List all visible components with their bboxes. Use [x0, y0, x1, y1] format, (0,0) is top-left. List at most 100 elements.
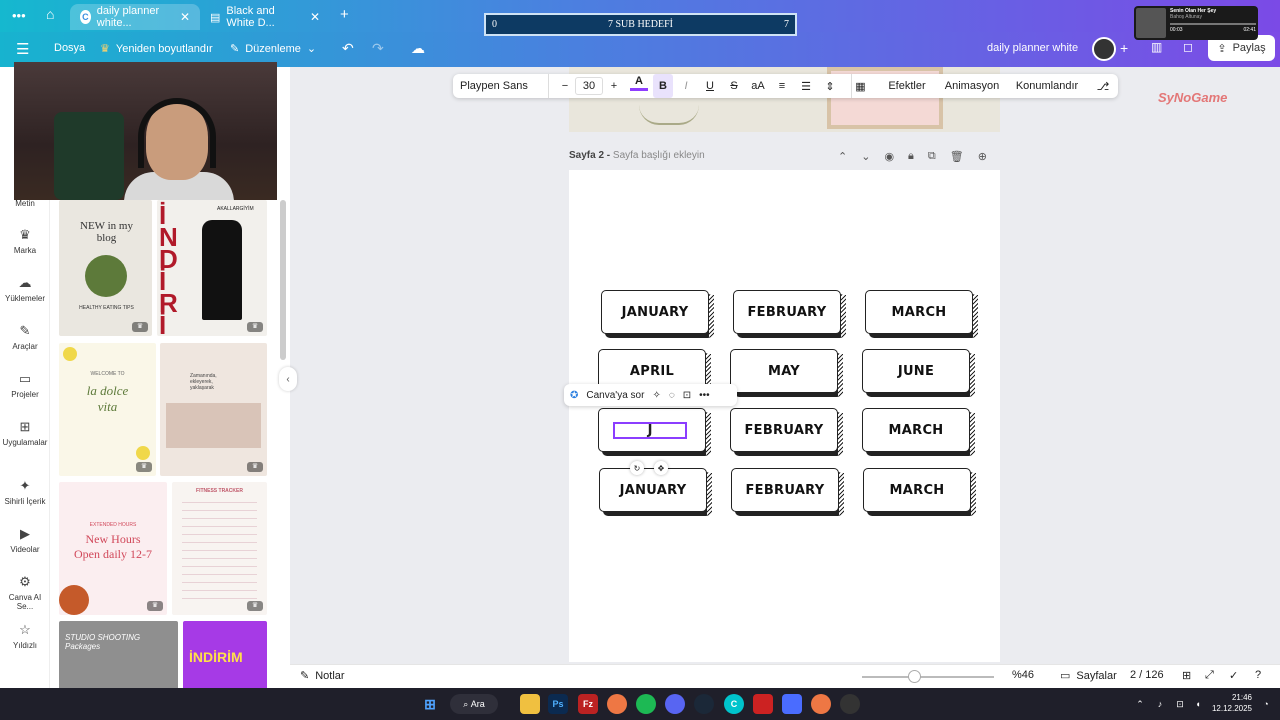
collapse-panel-button[interactable]: ‹ [279, 367, 297, 391]
rail-item-projects[interactable]: ▭ Projeler [0, 371, 50, 399]
strikethrough-icon[interactable]: S [725, 74, 743, 98]
duplicate-icon[interactable]: ⧉ [928, 150, 936, 163]
zoom-slider[interactable] [862, 676, 994, 678]
list-icon[interactable]: ☰ [797, 74, 815, 98]
scrollbar-thumb[interactable] [280, 200, 286, 360]
fullscreen-icon[interactable]: ⤢ [1205, 669, 1214, 682]
underline-icon[interactable]: U [701, 74, 719, 98]
delete-icon[interactable]: 🗑︎ [950, 150, 964, 163]
align-icon[interactable]: ≡ [773, 74, 791, 98]
magic-wand-icon[interactable]: ✧ [652, 390, 660, 401]
template-thumbnail[interactable]: NEW in my blog HEALTHY EATING TIPS ♛ [59, 200, 152, 336]
cloud-sync-icon[interactable]: ☁ [411, 40, 425, 57]
editing-text[interactable]: J [648, 423, 653, 438]
analytics-icon[interactable]: ▥ [1151, 40, 1162, 54]
add-collaborator-icon[interactable]: + [1120, 40, 1128, 56]
page-title-input[interactable]: Sayfa başlığı ekleyin [613, 150, 705, 161]
month-box[interactable]: MARCH [865, 290, 978, 337]
user-avatar[interactable] [1092, 37, 1116, 61]
volume-icon[interactable]: ◖ [1188, 694, 1208, 714]
rail-item-brand[interactable]: ♛ Marka [0, 227, 50, 255]
obs-icon[interactable] [840, 694, 860, 714]
template-thumbnail[interactable]: FITNESS TRACKER ♛ [172, 482, 267, 615]
month-box[interactable]: JANUARY [601, 290, 714, 337]
spotify-icon[interactable] [636, 694, 656, 714]
file-menu[interactable]: Dosya [54, 42, 85, 54]
file-explorer-icon[interactable] [520, 694, 540, 714]
add-comment-icon[interactable]: ◌ [669, 390, 675, 401]
rail-item-magic[interactable]: ✦ Sihirli İçerik [0, 478, 50, 506]
rail-item-apps[interactable]: ⊞ Uygulamalar [0, 419, 50, 447]
tab-daily-planner[interactable]: C daily planner white... ✕ [70, 4, 200, 30]
effects-button[interactable]: Efektler [881, 74, 933, 98]
new-tab-icon[interactable]: + [340, 6, 349, 23]
more-icon[interactable]: ••• [12, 8, 26, 23]
italic-icon[interactable]: I [677, 74, 695, 98]
font-family-select[interactable]: Playpen Sans [453, 74, 549, 98]
ask-canva-button[interactable]: Canva'ya sor [586, 390, 644, 401]
close-icon[interactable]: ✕ [310, 10, 320, 24]
pages-button[interactable]: ▭ Sayfalar [1060, 669, 1117, 683]
hamburger-icon[interactable]: ☰ [16, 40, 29, 58]
tab-black-white[interactable]: ▤ Black and White D... ✕ [200, 4, 330, 30]
windows-start-icon[interactable]: ⊞ [420, 694, 440, 714]
case-icon[interactable]: aA [748, 74, 768, 98]
move-icon[interactable]: ✥ [654, 461, 668, 475]
resize-button[interactable]: ♛ Yeniden boyutlandır [100, 42, 213, 56]
rail-item-tools[interactable]: ✎ Araçlar [0, 323, 50, 351]
template-thumbnail[interactable]: İNDİRİM AKALLARGİYİM ♛ [157, 200, 267, 336]
help-icon[interactable]: ? [1255, 669, 1261, 681]
template-thumbnail[interactable]: EXTENDED HOURS New Hours Open daily 12-7… [59, 482, 167, 615]
more-options-icon[interactable]: ••• [699, 390, 710, 401]
template-thumbnail[interactable]: STUDIO SHOOTING Packages [59, 621, 178, 688]
close-icon[interactable]: ✕ [180, 10, 190, 24]
steam-icon[interactable] [694, 694, 714, 714]
zoom-value[interactable]: %46 [1012, 669, 1034, 681]
grid-view-icon[interactable]: ⊞ [1182, 669, 1191, 682]
text-color-icon[interactable]: A [630, 74, 648, 91]
app-icon[interactable] [753, 694, 773, 714]
editing-mode-button[interactable]: ✎ Düzenleme ⌄ [230, 42, 316, 56]
rail-item-videos[interactable]: ▶ Videolar [0, 526, 50, 554]
month-box[interactable]: MAY [730, 349, 843, 396]
rail-item-uploads[interactable]: ☁ Yüklemeler [0, 275, 50, 303]
template-thumbnail[interactable]: Zamanında, ekleyerek, yaklaşarak ♛ [160, 343, 267, 476]
month-box[interactable]: JUNE [862, 349, 975, 396]
spacing-icon[interactable]: ⇕ [821, 74, 839, 98]
zoom-slider-handle[interactable] [908, 670, 921, 683]
chrome-icon[interactable] [811, 694, 831, 714]
rail-item-canva-ai[interactable]: ⚙ Canva AI Se... [0, 574, 50, 611]
rail-item-starred[interactable]: ☆ Yıldızlı [0, 622, 50, 650]
home-icon[interactable]: ⌂ [46, 6, 54, 22]
bold-icon[interactable]: B [653, 74, 673, 98]
rail-item-text[interactable]: Metin [0, 199, 50, 208]
notes-button[interactable]: ✎ Notlar [300, 669, 345, 683]
comment-icon[interactable]: ◻ [1183, 40, 1193, 54]
discord-icon[interactable] [665, 694, 685, 714]
photoshop-icon[interactable]: Ps [548, 694, 568, 714]
rotate-icon[interactable]: ↻ [630, 461, 644, 475]
position-button[interactable]: Konumlandır [1011, 74, 1083, 98]
panel-scrollbar[interactable] [280, 190, 286, 680]
font-size-input[interactable]: 30 [575, 77, 603, 95]
text-edit-box[interactable]: J [613, 422, 687, 439]
template-thumbnail[interactable]: İNDİRİM [183, 621, 267, 688]
canva-taskbar-icon[interactable]: C [724, 694, 744, 714]
lock-icon[interactable]: 🔒︎ [908, 150, 914, 163]
chrome-icon[interactable] [607, 694, 627, 714]
template-thumbnail[interactable]: WELCOME TO la dolce vita ♛ [59, 343, 156, 476]
tray-chevron-icon[interactable]: ⌃ [1130, 694, 1150, 714]
animation-button[interactable]: Animasyon [941, 74, 1003, 98]
notification-icon[interactable]: ◔ [1256, 694, 1276, 714]
search-button[interactable]: ⌕ Ara [450, 694, 498, 714]
month-box[interactable]: FEBRUARY [733, 290, 846, 337]
month-box[interactable]: FEBRUARY [731, 468, 844, 515]
mic-icon[interactable]: ♪ [1150, 694, 1170, 714]
paint-roller-icon[interactable]: ⎇ [1093, 74, 1113, 98]
network-icon[interactable]: ⊡ [1170, 694, 1190, 714]
chevron-down-icon[interactable]: ⌄ [861, 150, 870, 163]
system-clock[interactable]: 21:46 12.12.2025 [1206, 692, 1252, 714]
add-page-icon[interactable]: ⊕ [978, 150, 987, 163]
design-title[interactable]: daily planner white [987, 42, 1078, 54]
increase-size-icon[interactable]: + [606, 74, 622, 98]
